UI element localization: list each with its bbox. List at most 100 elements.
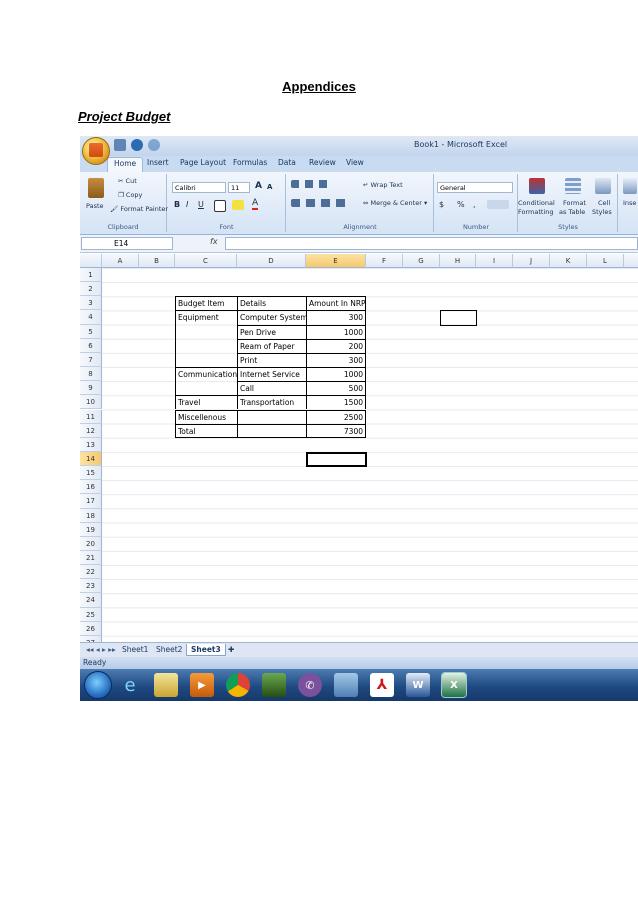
tab-review[interactable]: Review [309, 158, 336, 167]
column-header[interactable]: B [139, 254, 175, 268]
table-cell[interactable]: 300 [306, 352, 366, 368]
cut-button[interactable]: ✂ Cut [118, 177, 137, 185]
sheet-nav-arrows-icon[interactable]: ◂◂ ◂ ▸ ▸▸ [82, 644, 120, 655]
table-cell[interactable]: Travel [175, 395, 237, 410]
windows-start-icon[interactable] [84, 671, 112, 699]
table-cell[interactable]: 1000 [306, 367, 366, 382]
tab-view[interactable]: View [346, 158, 364, 167]
italic-button[interactable]: I [186, 200, 188, 209]
column-header[interactable]: H [440, 254, 476, 268]
column-header[interactable]: A [102, 254, 139, 268]
fill-color-icon[interactable] [232, 200, 244, 210]
row-header[interactable]: 23 [80, 579, 102, 594]
number-format-select[interactable]: General [437, 182, 513, 193]
sheet-tab-1[interactable]: Sheet1 [118, 644, 152, 655]
table-cell[interactable]: Equipment [175, 310, 237, 325]
tab-insert[interactable]: Insert [147, 158, 169, 167]
cell-label[interactable]: Cell [598, 199, 610, 207]
format-as-table-icon[interactable] [565, 178, 581, 194]
cell-styles-label[interactable]: Styles [592, 208, 612, 216]
shrink-font-button[interactable]: A [267, 183, 272, 191]
table-cell[interactable]: Computer System [237, 310, 306, 325]
bordered-empty-cell[interactable] [440, 310, 477, 326]
excel-icon[interactable]: X [441, 672, 467, 698]
row-header[interactable]: 9 [80, 381, 102, 396]
row-header[interactable]: 22 [80, 565, 102, 580]
cell-styles-icon[interactable] [595, 178, 611, 194]
table-cell[interactable]: 2500 [306, 409, 366, 424]
comma-button[interactable]: , [473, 200, 476, 209]
column-header[interactable]: E [306, 254, 366, 268]
conditional-label[interactable]: Conditional [518, 199, 555, 207]
table-cell[interactable]: Print [237, 352, 306, 368]
font-name-select[interactable]: Calibri [172, 182, 226, 193]
table-cell[interactable] [237, 423, 306, 438]
column-header[interactable]: D [237, 254, 306, 268]
table-cell[interactable]: Pen Drive [237, 324, 306, 339]
merge-center-button[interactable]: ⇔ Merge & Center ▾ [363, 199, 427, 207]
row-header[interactable]: 12 [80, 423, 102, 438]
table-cell[interactable]: Internet Service [237, 367, 306, 382]
table-cell[interactable] [175, 338, 237, 353]
table-cell[interactable] [175, 352, 237, 368]
row-header[interactable]: 4 [80, 310, 102, 325]
row-header[interactable]: 17 [80, 494, 102, 509]
row-header[interactable]: 6 [80, 338, 102, 353]
table-cell[interactable]: 300 [306, 310, 366, 325]
row-header[interactable]: 15 [80, 466, 102, 481]
table-cell[interactable] [237, 409, 306, 424]
currency-button[interactable]: $ [439, 200, 444, 209]
format-painter-button[interactable]: 🖌 Format Painter [110, 205, 168, 213]
active-cell-selection[interactable] [306, 451, 367, 468]
file-explorer-icon[interactable] [154, 673, 178, 697]
sheet-tab-2[interactable]: Sheet2 [152, 644, 186, 655]
redo-icon[interactable] [148, 139, 160, 151]
copy-button[interactable]: ❐ Copy [118, 191, 142, 199]
name-box[interactable]: E14 [81, 237, 173, 250]
table-cell[interactable]: 1000 [306, 324, 366, 339]
as-table-label[interactable]: as Table [559, 208, 585, 216]
row-header[interactable]: 1 [80, 268, 102, 283]
column-header[interactable]: C [175, 254, 237, 268]
column-header[interactable]: M [624, 254, 638, 268]
formatting-label[interactable]: Formatting [518, 208, 554, 216]
underline-button[interactable]: U [198, 200, 204, 209]
table-cell[interactable]: Ream of Paper [237, 338, 306, 353]
acrobat-icon[interactable]: ⅄ [370, 673, 394, 697]
column-header[interactable]: F [366, 254, 403, 268]
format-label[interactable]: Format [563, 199, 586, 207]
row-header[interactable]: 14 [80, 451, 102, 467]
table-cell[interactable]: 500 [306, 381, 366, 396]
table-cell[interactable]: 200 [306, 338, 366, 353]
chrome-icon[interactable] [226, 673, 250, 697]
font-size-select[interactable]: 11 [228, 182, 250, 193]
wrap-text-button[interactable]: ↵ Wrap Text [363, 181, 403, 189]
row-header[interactable]: 2 [80, 282, 102, 297]
vertical-align-icons[interactable] [291, 180, 333, 188]
column-header[interactable]: L [587, 254, 624, 268]
row-header[interactable]: 11 [80, 409, 102, 424]
row-header[interactable]: 13 [80, 437, 102, 452]
row-header[interactable]: 16 [80, 480, 102, 495]
bold-button[interactable]: B [174, 200, 180, 209]
table-cell[interactable] [175, 381, 237, 396]
horizontal-align-icons[interactable] [291, 199, 351, 207]
tab-page-layout[interactable]: Page Layout [180, 158, 226, 167]
tab-formulas[interactable]: Formulas [233, 158, 267, 167]
row-header[interactable]: 18 [80, 508, 102, 523]
row-header[interactable]: 24 [80, 593, 102, 608]
column-header[interactable]: G [403, 254, 440, 268]
table-cell[interactable]: Budget Item [175, 296, 237, 311]
table-cell[interactable]: Amount In NRP [306, 296, 366, 311]
table-cell[interactable]: Transportation [237, 395, 306, 410]
sheet-tab-3[interactable]: Sheet3 [186, 644, 226, 656]
column-header[interactable]: K [550, 254, 587, 268]
row-header[interactable]: 5 [80, 324, 102, 339]
save-icon[interactable] [114, 139, 126, 151]
viber-icon[interactable]: ✆ [298, 673, 322, 697]
undo-icon[interactable] [131, 139, 143, 151]
conditional-formatting-icon[interactable] [529, 178, 545, 194]
table-cell[interactable]: Total [175, 423, 237, 438]
row-header[interactable]: 25 [80, 607, 102, 622]
font-color-button[interactable]: A [252, 198, 259, 210]
